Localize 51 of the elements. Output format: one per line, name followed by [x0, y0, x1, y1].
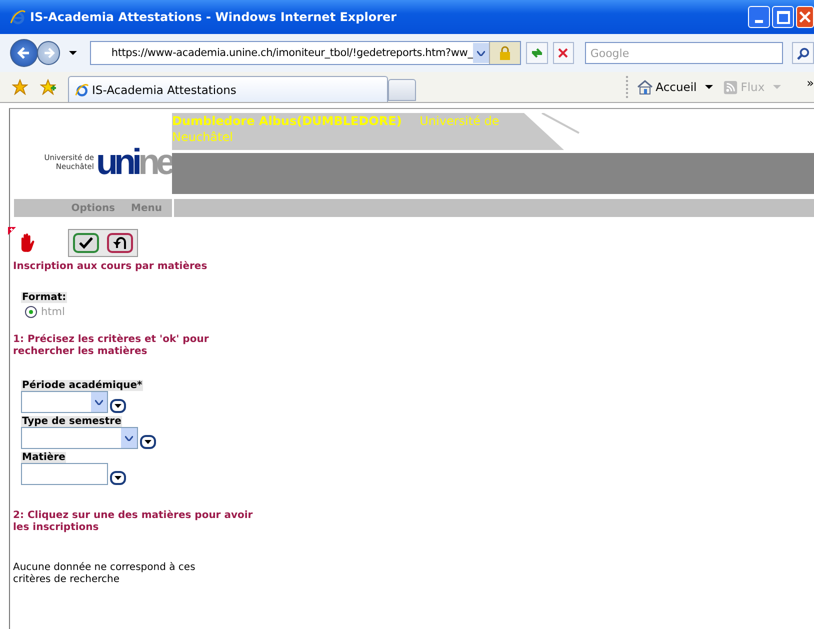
browser-logo-icon — [75, 82, 89, 96]
dropdown-field[interactable] — [21, 391, 108, 413]
dropdown-field[interactable] — [21, 427, 138, 449]
maximize-button[interactable] — [772, 6, 794, 28]
input-field[interactable] — [21, 463, 108, 485]
page-title: Inscription aux cours par matières — [13, 261, 208, 272]
feed-icon — [722, 80, 738, 94]
back-arrow-icon — [16, 45, 32, 61]
dropdown-icon[interactable] — [110, 471, 126, 485]
empty-message: Aucune donnée ne correspond à ces critères de recherche — [13, 562, 196, 586]
search-icon — [796, 46, 810, 60]
home-button[interactable]: Accueil — [636, 79, 697, 95]
search-button[interactable] — [792, 42, 814, 64]
padlock-icon — [498, 46, 511, 60]
browser-tab[interactable]: IS-Academia Attestations — [68, 76, 388, 102]
dropdown-icon[interactable] — [110, 399, 126, 413]
dropdown-icon[interactable] — [69, 51, 78, 55]
field-label: Période académique* — [21, 380, 144, 391]
chevron-down-icon[interactable] — [95, 400, 103, 404]
corner-flag-icon — [8, 227, 16, 235]
back-button[interactable] — [10, 39, 38, 67]
undo-icon — [113, 236, 127, 250]
header-text: Dumbledore Albus(DUMBLEDORE) Université de Neuchâtel — [172, 113, 500, 145]
close-button[interactable] — [796, 6, 814, 28]
minimize-button[interactable] — [748, 6, 770, 28]
format-label: Format: — [21, 292, 68, 303]
chevron-down-icon[interactable] — [476, 50, 485, 56]
dropdown-icon[interactable] — [140, 435, 156, 449]
dropdown-icon[interactable] — [704, 85, 713, 89]
add-favorite-icon[interactable] — [40, 79, 56, 95]
checkmark-icon — [79, 237, 93, 249]
stop-button[interactable] — [552, 42, 574, 64]
star-icon[interactable] — [12, 79, 28, 95]
home-icon — [636, 79, 653, 95]
forward-arrow-icon — [42, 46, 56, 60]
more-tools-button[interactable]: » — [806, 76, 814, 90]
window-title: IS-Academia Attestations - Windows Internet Explorer — [30, 10, 397, 24]
refresh-button[interactable] — [526, 42, 548, 64]
chevron-down-icon[interactable] — [125, 436, 133, 440]
confirm-button[interactable] — [73, 233, 99, 253]
forward-button[interactable] — [36, 41, 60, 65]
undo-button[interactable] — [107, 233, 133, 253]
step-instruction: 2: Cliquez sur une des matières pour avoir les inscriptions — [13, 510, 254, 534]
refresh-icon — [530, 46, 544, 60]
close-icon — [558, 48, 568, 58]
address-bar[interactable]: https://www-academia.unine.ch/imoniteur_tbol/!gedetreports.htm?ww_ — [90, 41, 521, 65]
field-label: Type de semestre — [21, 416, 122, 427]
browser-logo-icon — [10, 9, 26, 25]
field-label: Matière — [21, 452, 66, 463]
step-instruction: 1: Précisez les critères et 'ok' pour rechercher les matières — [13, 334, 210, 358]
search-field[interactable]: Google — [585, 42, 784, 64]
